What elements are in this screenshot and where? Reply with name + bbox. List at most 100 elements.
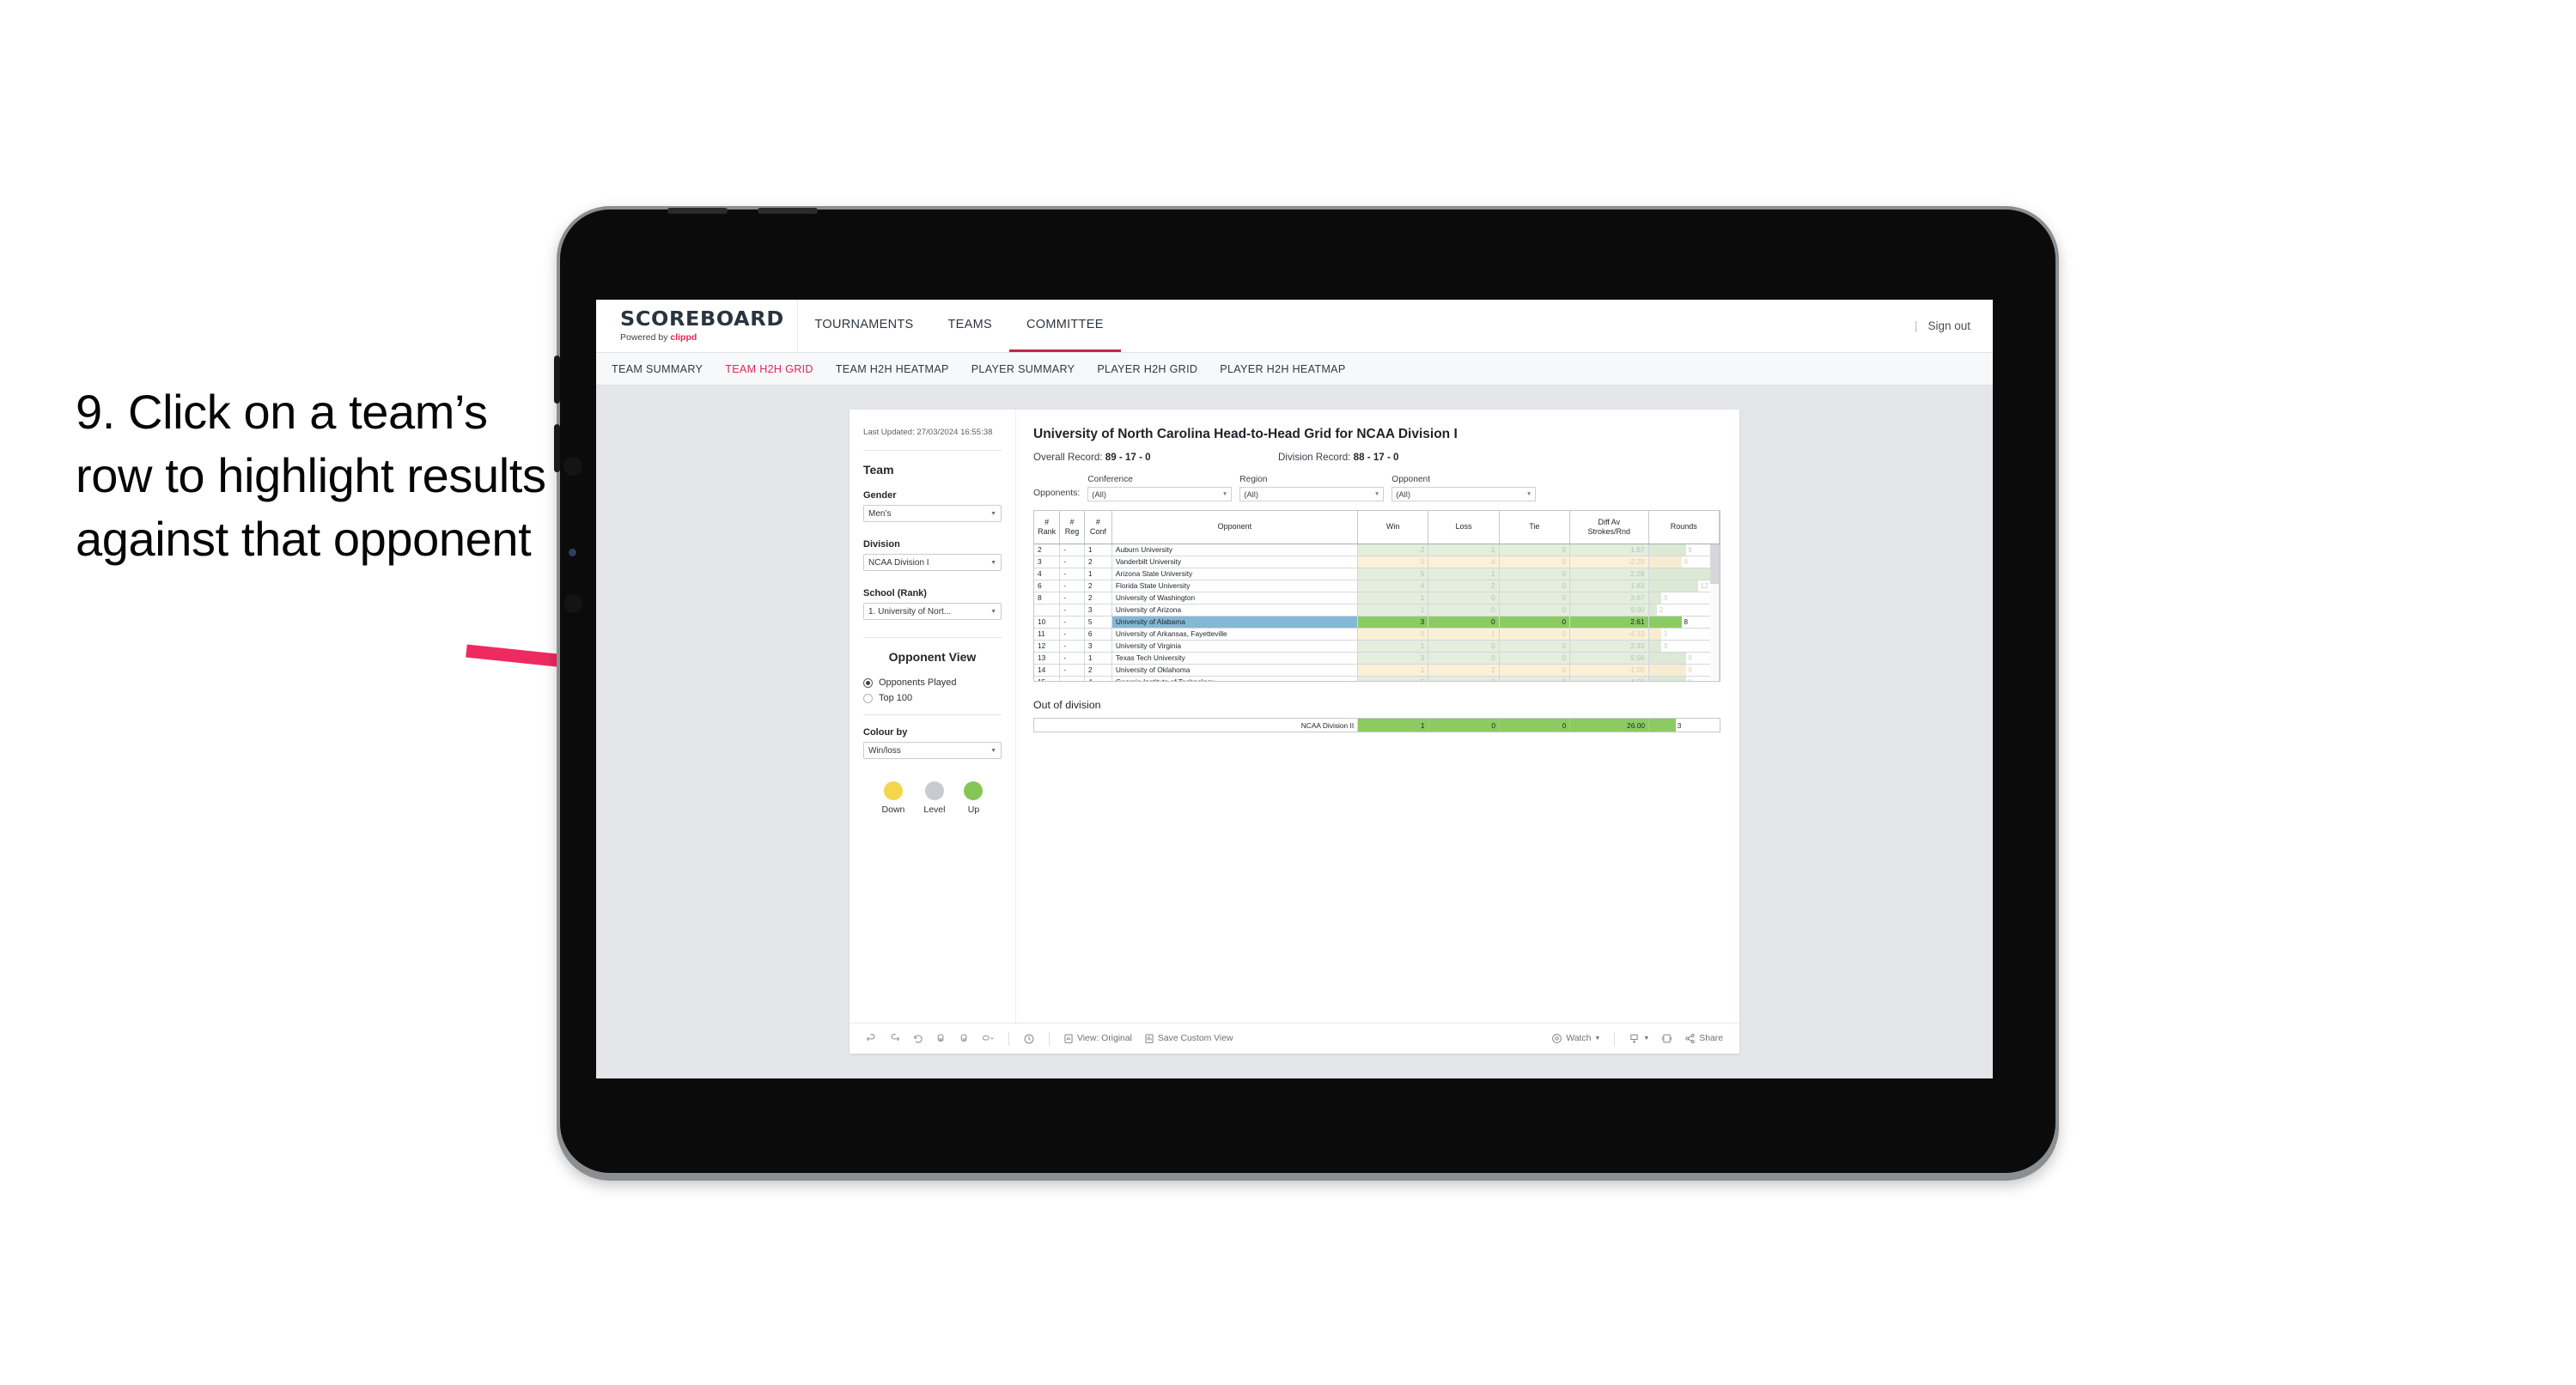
table-row[interactable]: 4-1Arizona State University5102.2817 [1034,568,1720,580]
nav-committee[interactable]: COMMITTEE [1008,300,1121,352]
ood-label: NCAA Division II [1034,719,1359,732]
fullscreen-button[interactable] [1657,1030,1677,1047]
colour-by-label: Colour by [863,727,908,738]
col-header-reg-text: Reg [1064,526,1080,536]
grid-vertical-scrollbar[interactable] [1710,544,1719,680]
toolbar-separator-3 [1614,1031,1616,1046]
brand-logo[interactable]: SCOREBOARD Powered by clippd [596,300,798,352]
ood-rounds: 3 [1648,719,1720,732]
colour-by-select[interactable]: Win/loss ▼ [863,742,1002,760]
watch-button[interactable]: Watch ▼ [1547,1030,1605,1047]
grid-scrollbar-thumb[interactable] [1710,544,1719,584]
speaker-grille-left [667,208,728,214]
table-row[interactable]: 10-5 University of Alabama 3 0 0 2.61 8 [1034,616,1720,629]
table-row[interactable]: 8-2 University of Washington 1 0 0 3.67 3 [1034,592,1720,604]
cell-opponent: University of Arizona [1111,604,1358,617]
cell-opponent: Georgia Institute of Technology [1111,676,1358,681]
redo-button[interactable] [885,1030,904,1047]
chevron-down-icon: ▼ [990,747,996,754]
table-row[interactable]: 14-2 University of Oklahoma 1 2 0 -1.00 9 [1034,664,1720,677]
table-row[interactable]: 13-1 Texas Tech University 3 0 0 5.56 9 [1034,652,1720,665]
cell-rounds: 3 [1648,640,1720,653]
cell-rank: 14 [1034,664,1061,677]
division-select[interactable]: NCAA Division I ▼ [863,554,1002,572]
col-header-opponent[interactable]: Opponent [1111,511,1358,544]
undo-button[interactable] [862,1030,881,1047]
subnav-player-h2h-heatmap[interactable]: PLAYER H2H HEATMAP [1220,363,1345,375]
cell-loss: 0 [1428,592,1500,604]
cell-win: 3 [1357,616,1429,629]
share-label: Share [1699,1034,1723,1043]
col-header-loss[interactable]: Loss [1428,511,1500,544]
share-button[interactable]: Share [1680,1030,1727,1047]
legend-dot-up [964,781,984,801]
viz-bottom-toolbar: View: Original Save Custom View Watch ▼ [850,1023,1739,1054]
cell-reg: - [1059,640,1085,653]
filter-opponent-value: (All) [1396,489,1410,499]
table-row[interactable]: 11-6 University of Arkansas, Fayetteville… [1034,628,1720,641]
cell-rounds: 12 [1648,580,1720,592]
col-header-win[interactable]: Win [1357,511,1429,544]
radio-opponents-played-label: Opponents Played [879,677,957,689]
division-select-value: NCAA Division I [868,557,929,568]
revert-button[interactable] [908,1030,928,1047]
camera-lens-indicator [569,549,576,556]
cell-reg: - [1059,664,1085,677]
school-rank-select-value: 1. University of Nort... [868,606,952,617]
col-header-diff-av-strokes[interactable]: Diff Av Strokes/Rnd [1569,511,1649,544]
legend-label-down: Down [881,805,905,816]
table-row[interactable]: 12-3 University of Virginia 1 0 0 2.33 3 [1034,640,1720,653]
filter-conference-select[interactable]: (All) ▼ [1087,487,1233,501]
cell-conf: 2 [1084,664,1112,677]
subnav-player-h2h-grid[interactable]: PLAYER H2H GRID [1097,363,1197,375]
subnav-team-h2h-grid[interactable]: TEAM H2H GRID [725,363,813,375]
col-header-tie[interactable]: Tie [1499,511,1571,544]
download-button[interactable]: ▼ [1624,1030,1653,1047]
cell-conf: 4 [1084,676,1112,681]
table-row[interactable]: 3-2 Vanderbilt University 0 4 0 -2.29 8 [1034,556,1720,568]
gender-select[interactable]: Men’s ▼ [863,505,1002,523]
cell-reg: - [1059,628,1085,641]
table-row[interactable]: 6-2 Florida State University 4 2 0 1.83 12 [1034,580,1720,592]
out-of-division-row[interactable]: NCAA Division II 1 0 0 26.00 3 [1034,719,1720,732]
toolbar-separator-1 [1008,1031,1009,1046]
save-custom-view-button[interactable]: Save Custom View [1140,1030,1238,1047]
col-header-rank[interactable]: # Rank [1034,511,1061,544]
legend-item-down: Down [881,781,905,816]
subnav-team-summary[interactable]: TEAM SUMMARY [612,363,703,375]
sign-out-link[interactable]: Sign out [1927,319,1970,332]
radio-top-100[interactable]: Top 100 [863,693,1002,703]
col-header-reg[interactable]: # Reg [1059,511,1085,544]
radio-top-100-label: Top 100 [879,693,913,704]
chevron-down-icon: ▼ [1643,1036,1650,1042]
filter-region-select[interactable]: (All) ▼ [1239,487,1385,501]
table-row[interactable]: -3 University of Arizona 1 0 0 9.00 2 [1034,604,1720,617]
nav-teams[interactable]: TEAMS [931,300,1009,352]
cell-diff: -2.29 [1569,556,1649,568]
nav-tournaments[interactable]: TOURNAMENTS [798,300,931,352]
alerts-button[interactable] [1019,1030,1039,1048]
view-original-button[interactable]: View: Original [1059,1030,1136,1047]
col-header-rounds[interactable]: Rounds [1648,511,1720,544]
school-rank-select[interactable]: 1. University of Nort... ▼ [863,603,1002,621]
records-row: Overall Record: 89 - 17 - 0 Division Rec… [1033,452,1720,463]
filter-opponent-select[interactable]: (All) ▼ [1392,487,1537,501]
highlight-button[interactable] [977,1030,999,1047]
col-header-conf[interactable]: # Conf [1084,511,1112,544]
division-label: Division [863,539,900,550]
col-header-conf-hash: # [1095,517,1100,526]
pause-button[interactable] [954,1030,974,1047]
subnav-player-summary[interactable]: PLAYER SUMMARY [971,363,1075,375]
cell-rank: 12 [1034,640,1061,653]
subnav-team-h2h-heatmap[interactable]: TEAM H2H HEATMAP [836,363,949,375]
ood-loss: 0 [1428,719,1501,732]
col-header-conf-text: Conf [1089,526,1106,536]
cell-diff: 3.67 [1569,592,1649,604]
chevron-down-icon: ▼ [990,510,996,517]
table-row[interactable]: 15-4 Georgia Institute of Technology 5 0 0 4.… [1034,676,1720,681]
radio-opponents-played[interactable]: Opponents Played [863,677,1002,688]
cell-opponent: Auburn University [1111,544,1358,556]
toolbar-separator-2 [1049,1031,1050,1046]
table-row[interactable]: 2-1 Auburn University 2 1 0 1.67 9 [1034,544,1720,556]
refresh-button[interactable] [931,1030,951,1047]
